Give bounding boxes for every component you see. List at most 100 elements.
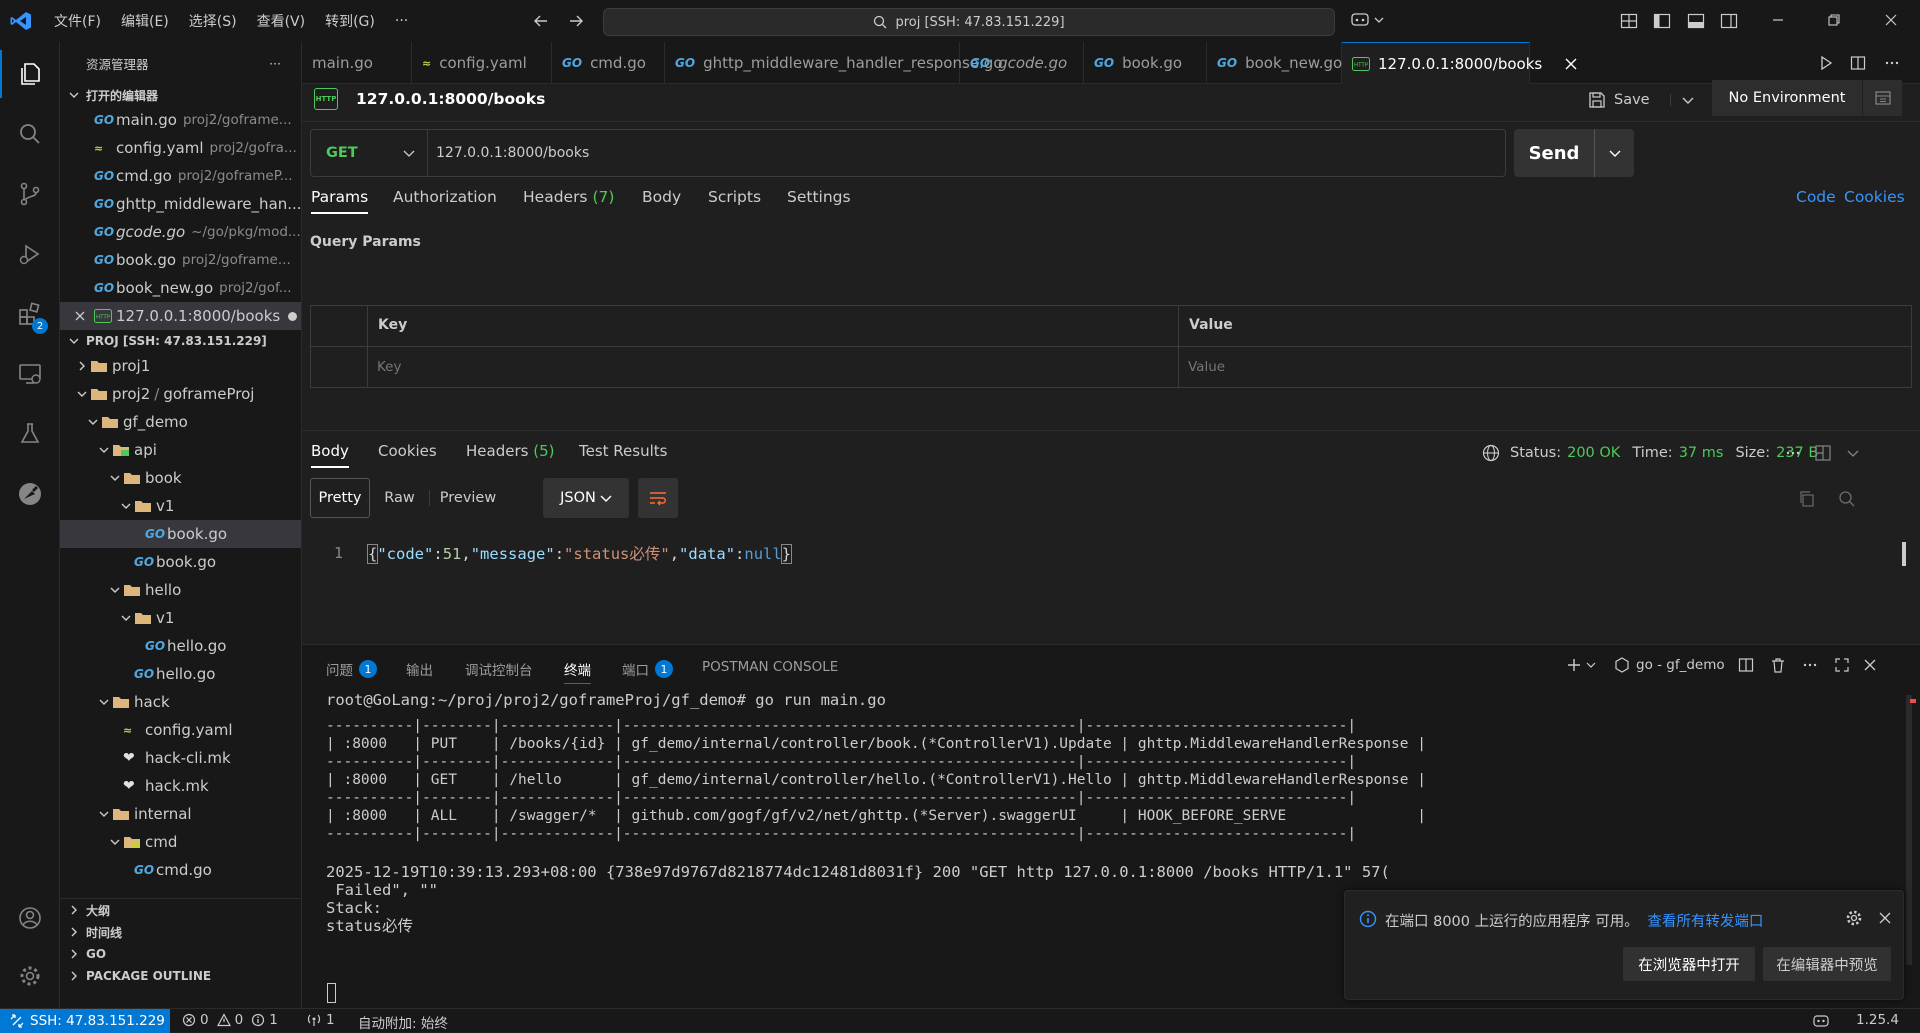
sidebar-section-header[interactable]: 大纲: [60, 899, 301, 921]
editor-tab[interactable]: GO ghttp_middleware_handler_response.go: [665, 42, 1003, 84]
response-layout-icon[interactable]: [1814, 444, 1832, 462]
send-button[interactable]: Send: [1514, 129, 1594, 177]
open-editor-item[interactable]: GO gcode.go ~/go/pkg/mod...: [60, 218, 301, 246]
url-input[interactable]: 127.0.0.1:8000/books: [436, 129, 589, 177]
trash-icon[interactable]: [1770, 657, 1786, 673]
view-pretty[interactable]: Pretty: [310, 478, 370, 518]
preview-in-editor-button[interactable]: 在编辑器中预览: [1763, 947, 1891, 981]
close-window-icon[interactable]: [1883, 12, 1899, 28]
customize-layout-icon[interactable]: [1620, 12, 1638, 30]
open-editors-header[interactable]: 打开的编辑器: [60, 84, 301, 106]
command-center[interactable]: proj [SSH: 47.83.151.229]: [603, 8, 1335, 36]
panel-tab-output[interactable]: 输出: [406, 659, 433, 679]
tree-folder[interactable]: proj2/goframeProj: [60, 380, 301, 408]
view-preview[interactable]: Preview: [430, 490, 506, 506]
terminal-scrollbar[interactable]: [1906, 695, 1912, 965]
tree-folder[interactable]: api: [60, 436, 301, 464]
close-icon[interactable]: [74, 310, 94, 322]
panel-tab-debug-console[interactable]: 调试控制台: [465, 659, 533, 679]
restore-icon[interactable]: [1826, 12, 1842, 28]
tree-folder[interactable]: v1: [60, 492, 301, 520]
panel-tab-ports[interactable]: 端口 1: [622, 659, 673, 679]
copilot-icon[interactable]: [1350, 11, 1384, 29]
response-scrollbar[interactable]: [1902, 542, 1906, 566]
format-selector[interactable]: JSON: [543, 478, 629, 518]
testing-icon[interactable]: [0, 410, 60, 458]
menu-more[interactable]: ···: [385, 13, 418, 29]
tab-settings[interactable]: Settings: [787, 188, 851, 206]
open-editor-item[interactable]: GO cmd.go proj2/goframeP...: [60, 162, 301, 190]
explorer-icon[interactable]: [0, 50, 60, 98]
cookies-link[interactable]: Cookies: [1844, 188, 1905, 206]
postman-icon[interactable]: [0, 470, 60, 518]
response-tab-test-results[interactable]: Test Results: [579, 442, 667, 460]
menu-edit[interactable]: 编辑(E): [111, 11, 179, 31]
editor-tab[interactable]: main.go: [302, 42, 412, 84]
run-icon[interactable]: [1818, 55, 1834, 71]
open-editor-item[interactable]: GO book_new.go proj2/gof...: [60, 274, 301, 302]
editor-tab[interactable]: GO book.go: [1084, 42, 1207, 84]
tree-file[interactable]: GO hello.go: [60, 660, 301, 688]
editor-tab[interactable]: GO gcode.go: [960, 42, 1084, 84]
remote-explorer-icon[interactable]: [0, 350, 60, 398]
value-input[interactable]: [1184, 350, 1884, 384]
response-tab-headers[interactable]: Headers (5): [466, 442, 554, 460]
tree-folder[interactable]: internal: [60, 800, 301, 828]
environment-selector[interactable]: No Environment: [1712, 80, 1862, 116]
view-raw[interactable]: Raw: [370, 490, 430, 506]
maximize-panel-icon[interactable]: [1834, 657, 1850, 673]
minimize-icon[interactable]: [1770, 12, 1786, 28]
panel-tab-postman-console[interactable]: POSTMAN CONSOLE: [702, 659, 838, 675]
sidebar-section-header[interactable]: 时间线: [60, 921, 301, 943]
editor-tab[interactable]: ≈ config.yaml: [412, 42, 552, 84]
tree-folder[interactable]: cmd: [60, 828, 301, 856]
environment-quicklook-icon[interactable]: [1862, 80, 1902, 116]
tree-folder[interactable]: v1: [60, 604, 301, 632]
notification-gear-icon[interactable]: [1845, 909, 1863, 927]
project-header[interactable]: PROJ [SSH: 47.83.151.229]: [60, 330, 301, 352]
gear-icon[interactable]: [0, 952, 60, 1000]
tree-folder[interactable]: book: [60, 464, 301, 492]
ports-indicator[interactable]: 1: [306, 1012, 335, 1028]
panel-tab-terminal[interactable]: 终端: [564, 659, 591, 684]
open-editor-item[interactable]: GO ghttp_middleware_han...: [60, 190, 301, 218]
open-editor-item[interactable]: GO book.go proj2/goframe...: [60, 246, 301, 274]
sidebar-section-header[interactable]: GO: [60, 943, 301, 965]
back-arrow-icon[interactable]: [533, 13, 549, 29]
wrap-lines-icon[interactable]: [638, 478, 678, 518]
menu-file[interactable]: 文件(F): [44, 11, 111, 31]
tree-file[interactable]: ≈ config.yaml: [60, 716, 301, 744]
tree-file[interactable]: GO hello.go: [60, 632, 301, 660]
open-in-browser-button[interactable]: 在浏览器中打开: [1623, 947, 1755, 981]
notification-close-icon[interactable]: [1877, 910, 1893, 926]
tree-folder[interactable]: proj1: [60, 352, 301, 380]
status-value[interactable]: 200 OK: [1567, 445, 1620, 461]
view-forwarded-ports-link[interactable]: 查看所有转发端口: [1647, 914, 1763, 930]
extensions-icon[interactable]: 2: [0, 290, 60, 338]
close-icon[interactable]: [1564, 57, 1578, 71]
response-more-icon[interactable]: [1786, 448, 1800, 458]
new-terminal-icon[interactable]: [1566, 657, 1596, 673]
send-dropdown-chevron-icon[interactable]: [1594, 129, 1634, 177]
response-body[interactable]: {"code":51,"message":"status必传","data":n…: [366, 542, 793, 564]
method-selector[interactable]: GET: [310, 129, 428, 177]
copilot-status-icon[interactable]: [1812, 1013, 1830, 1029]
remote-indicator[interactable]: SSH: 47.83.151.229: [0, 1009, 170, 1033]
response-tab-cookies[interactable]: Cookies: [378, 442, 437, 460]
editor-tab[interactable]: GO cmd.go: [552, 42, 665, 84]
split-terminal-icon[interactable]: [1738, 657, 1754, 673]
response-collapse-icon[interactable]: [1846, 448, 1860, 458]
sidebar-section-header[interactable]: PACKAGE OUTLINE: [60, 965, 301, 987]
search-response-icon[interactable]: [1838, 490, 1856, 508]
key-input[interactable]: [373, 350, 1163, 384]
toggle-sidebar-icon[interactable]: [1653, 12, 1671, 30]
forward-arrow-icon[interactable]: [568, 13, 584, 29]
editor-tab[interactable]: HTTP 127.0.0.1:8000/books: [1342, 42, 1577, 84]
save-button[interactable]: Save: [1588, 84, 1650, 116]
copy-icon[interactable]: [1798, 490, 1816, 508]
tree-file[interactable]: GO cmd.go: [60, 856, 301, 884]
menu-view[interactable]: 查看(V): [247, 11, 316, 31]
menu-go[interactable]: 转到(G): [315, 11, 385, 31]
account-icon[interactable]: [0, 894, 60, 942]
tree-file[interactable]: ❤ hack-cli.mk: [60, 744, 301, 772]
